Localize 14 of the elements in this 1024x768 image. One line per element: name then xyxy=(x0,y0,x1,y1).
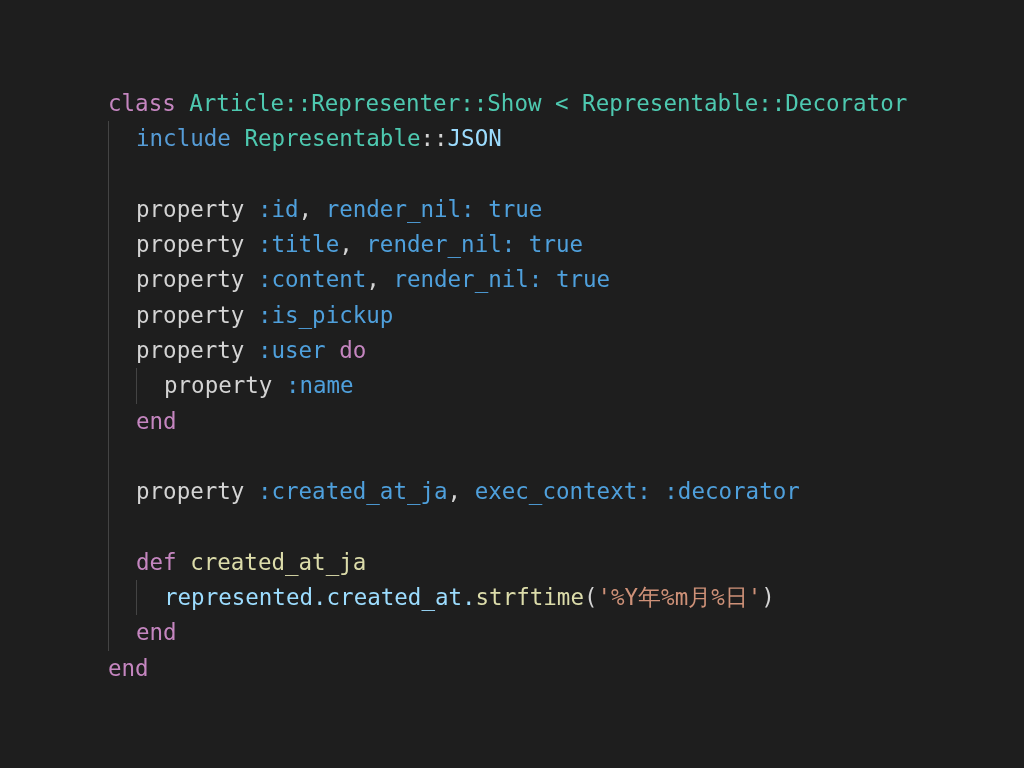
code-line: include Representable::JSON xyxy=(136,124,502,154)
code-line: property :name xyxy=(164,371,354,401)
code-line: property :user do xyxy=(136,336,367,366)
code-line: property :content, render_nil: true xyxy=(136,265,611,295)
code-line: end xyxy=(136,406,177,436)
code-line: class Article::Representer::Show < Representable::Decorator xyxy=(108,89,908,118)
code-line: property :id, render_nil: true xyxy=(136,194,543,225)
code-line: end xyxy=(136,618,177,648)
code-line: def created_at_ja xyxy=(136,547,367,578)
code-line: property :created_at_ja, exec_context: :decorator xyxy=(136,477,800,507)
code-line: property :title, render_nil: true xyxy=(136,230,584,260)
code-line: end xyxy=(108,653,149,683)
code-line: property :is_pickup xyxy=(136,300,394,331)
code-line: represented.created_at.strftime('%Y年%m月%日') xyxy=(164,583,775,613)
